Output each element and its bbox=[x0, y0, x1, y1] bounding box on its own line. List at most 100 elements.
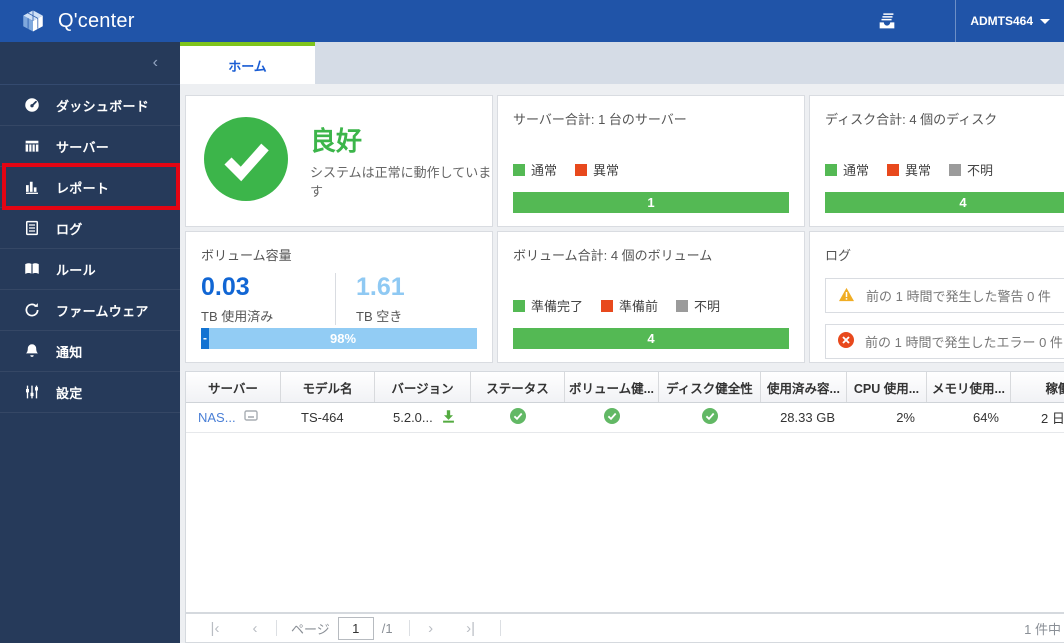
next-page-icon[interactable]: › bbox=[420, 620, 442, 637]
sidebar-item-reports[interactable]: レポート bbox=[0, 167, 180, 208]
sidebar-item-label: ファームウェア bbox=[56, 303, 149, 319]
volumes-total-card: ボリューム合計: 4 個のボリューム 準備完了 準備前 不明 4 bbox=[497, 231, 805, 363]
legend-swatch-gray bbox=[949, 163, 962, 176]
sidebar-item-label: ルール bbox=[56, 262, 96, 278]
cpu-usage-cell: 2% bbox=[896, 410, 915, 425]
health-status-message: システムは正常に動作しています bbox=[310, 164, 492, 199]
main-content: 良好 システムは正常に動作しています サーバー合計: 1 台のサーバー 通常 異… bbox=[180, 84, 1064, 643]
sidebar-item-rules[interactable]: ルール bbox=[0, 249, 180, 290]
log-warning-text: 前の 1 時間で発生した警告 0 件 bbox=[866, 289, 1051, 304]
table-header-row: サーバー モデル名 バージョン ステータス ボリューム健... ディスク健全性 … bbox=[186, 372, 1064, 403]
logs-card: ログ 前の 1 時間で発生した警告 0 件 前の 1 時間で発生したエラー 0 … bbox=[809, 231, 1064, 363]
column-header-version[interactable]: バージョン bbox=[375, 372, 471, 402]
user-name: ADMTS464 bbox=[970, 14, 1033, 28]
volume-bar-free-segment: 98% bbox=[209, 328, 477, 349]
sidebar-item-label: 設定 bbox=[56, 385, 83, 401]
sidebar-collapse-button[interactable]: ‹ bbox=[0, 42, 180, 85]
log-icon bbox=[23, 219, 41, 237]
health-check-icon bbox=[204, 116, 288, 206]
user-menu[interactable]: ADMTS464 bbox=[956, 0, 1064, 42]
results-summary: 1 件中 bbox=[1024, 621, 1061, 637]
pagination-toolbar: |‹ ‹ ページ /1 › ›| 1 件中 bbox=[185, 613, 1064, 643]
sidebar-item-logs[interactable]: ログ bbox=[0, 208, 180, 249]
sidebar: ‹ ダッシュボード サーバー レポート ログ ルール ファームウェア 通知 設定 bbox=[0, 42, 180, 643]
legend-item-normal: 通常 bbox=[513, 160, 557, 179]
previous-page-icon[interactable]: ‹ bbox=[244, 620, 266, 637]
toolbar-divider bbox=[499, 620, 501, 636]
table-row[interactable]: NAS... TS-464 5.2.0... 28.33 GB 2% 64% 2… bbox=[186, 403, 1064, 433]
legend-label: 通常 bbox=[843, 163, 870, 178]
disk-health-ok-icon bbox=[702, 408, 718, 427]
log-error-text: 前の 1 時間で発生したエラー 0 件 bbox=[865, 335, 1063, 350]
legend-item-unknown: 不明 bbox=[676, 296, 720, 315]
page-number-input[interactable] bbox=[337, 616, 374, 640]
tasks-queue-icon[interactable] bbox=[865, 0, 909, 42]
legend-item-ready: 準備完了 bbox=[513, 296, 583, 315]
column-header-used-capacity[interactable]: 使用済み容... bbox=[761, 372, 847, 402]
legend-swatch-red bbox=[601, 299, 614, 312]
legend-label: 不明 bbox=[694, 299, 721, 314]
logs-card-title: ログ bbox=[825, 248, 852, 263]
sidebar-item-settings[interactable]: 設定 bbox=[0, 372, 180, 413]
tab-strip: ホーム bbox=[180, 42, 1064, 84]
log-warning-row[interactable]: 前の 1 時間で発生した警告 0 件 bbox=[825, 278, 1064, 313]
sidebar-item-label: レポート bbox=[56, 180, 110, 196]
volume-bar-used-segment: - bbox=[201, 328, 209, 349]
dashboard-icon bbox=[23, 96, 41, 114]
server-name-link[interactable]: NAS... bbox=[198, 410, 236, 425]
rules-icon bbox=[23, 260, 41, 278]
volume-capacity-card: ボリューム容量 0.03 TB 使用済み 1.61 TB 空き - 98% bbox=[185, 231, 493, 363]
column-header-uptime[interactable]: 稼働時間 bbox=[1011, 372, 1064, 402]
server-table: サーバー モデル名 バージョン ステータス ボリューム健... ディスク健全性 … bbox=[185, 371, 1064, 613]
column-header-server[interactable]: サーバー bbox=[186, 372, 281, 402]
top-bar: Q'center ADMTS464 bbox=[0, 0, 1064, 42]
server-icon bbox=[23, 137, 41, 155]
sidebar-item-firmware[interactable]: ファームウェア bbox=[0, 290, 180, 331]
page-label: ページ bbox=[291, 621, 330, 637]
memory-usage-cell: 64% bbox=[972, 410, 999, 425]
tab-home[interactable]: ホーム bbox=[180, 42, 315, 84]
column-header-disk-health[interactable]: ディスク健全性 bbox=[659, 372, 761, 402]
servers-total-card: サーバー合計: 1 台のサーバー 通常 異常 1 bbox=[497, 95, 805, 227]
column-header-status[interactable]: ステータス bbox=[471, 372, 565, 402]
last-page-icon[interactable]: ›| bbox=[460, 620, 482, 637]
sidebar-item-label: 通知 bbox=[56, 344, 83, 360]
remote-desktop-icon[interactable] bbox=[243, 410, 258, 425]
app-title: Q'center bbox=[58, 9, 135, 32]
sidebar-item-servers[interactable]: サーバー bbox=[0, 126, 180, 167]
column-header-cpu-usage[interactable]: CPU 使用... bbox=[847, 372, 927, 402]
settings-icon bbox=[23, 383, 41, 401]
column-header-memory-usage[interactable]: メモリ使用... bbox=[927, 372, 1011, 402]
legend-item-abnormal: 異常 bbox=[887, 160, 931, 179]
legend-label: 不明 bbox=[967, 163, 994, 178]
legend-item-not-ready: 準備前 bbox=[601, 296, 658, 315]
column-header-volume-health[interactable]: ボリューム健... bbox=[565, 372, 659, 402]
firmware-icon bbox=[23, 301, 41, 319]
version-cell: 5.2.0... bbox=[393, 410, 433, 425]
legend-label: 通常 bbox=[531, 163, 558, 178]
sidebar-item-notifications[interactable]: 通知 bbox=[0, 331, 180, 372]
volume-free-value: 1.61 bbox=[356, 273, 405, 301]
uptime-cell: 2 日 bbox=[1041, 411, 1064, 426]
firmware-download-icon[interactable] bbox=[441, 409, 456, 427]
sidebar-item-dashboard[interactable]: ダッシュボード bbox=[0, 85, 180, 126]
toolbar-divider bbox=[408, 620, 410, 636]
disks-card-title: ディスク合計: 4 個のディスク bbox=[825, 112, 998, 127]
bell-icon bbox=[23, 342, 41, 360]
report-icon bbox=[23, 178, 41, 196]
volume-capacity-bar: - 98% bbox=[201, 328, 477, 349]
first-page-icon[interactable]: |‹ bbox=[204, 620, 226, 637]
warning-icon bbox=[838, 287, 855, 305]
legend-swatch-green bbox=[513, 163, 525, 176]
legend-item-abnormal: 異常 bbox=[575, 160, 619, 179]
column-header-model[interactable]: モデル名 bbox=[281, 372, 375, 402]
legend-label: 異常 bbox=[905, 163, 932, 178]
legend-label: 準備前 bbox=[619, 299, 659, 314]
toolbar-divider bbox=[276, 620, 277, 636]
volume-used-unit: TB 使用済み bbox=[201, 309, 274, 324]
log-error-row[interactable]: 前の 1 時間で発生したエラー 0 件 bbox=[825, 324, 1064, 359]
disks-count-bar: 4 bbox=[825, 192, 1064, 213]
volume-health-ok-icon bbox=[604, 408, 620, 427]
disks-total-card: ディスク合計: 4 個のディスク 通常 異常 不明 4 bbox=[809, 95, 1064, 227]
legend-swatch-green bbox=[513, 299, 525, 312]
